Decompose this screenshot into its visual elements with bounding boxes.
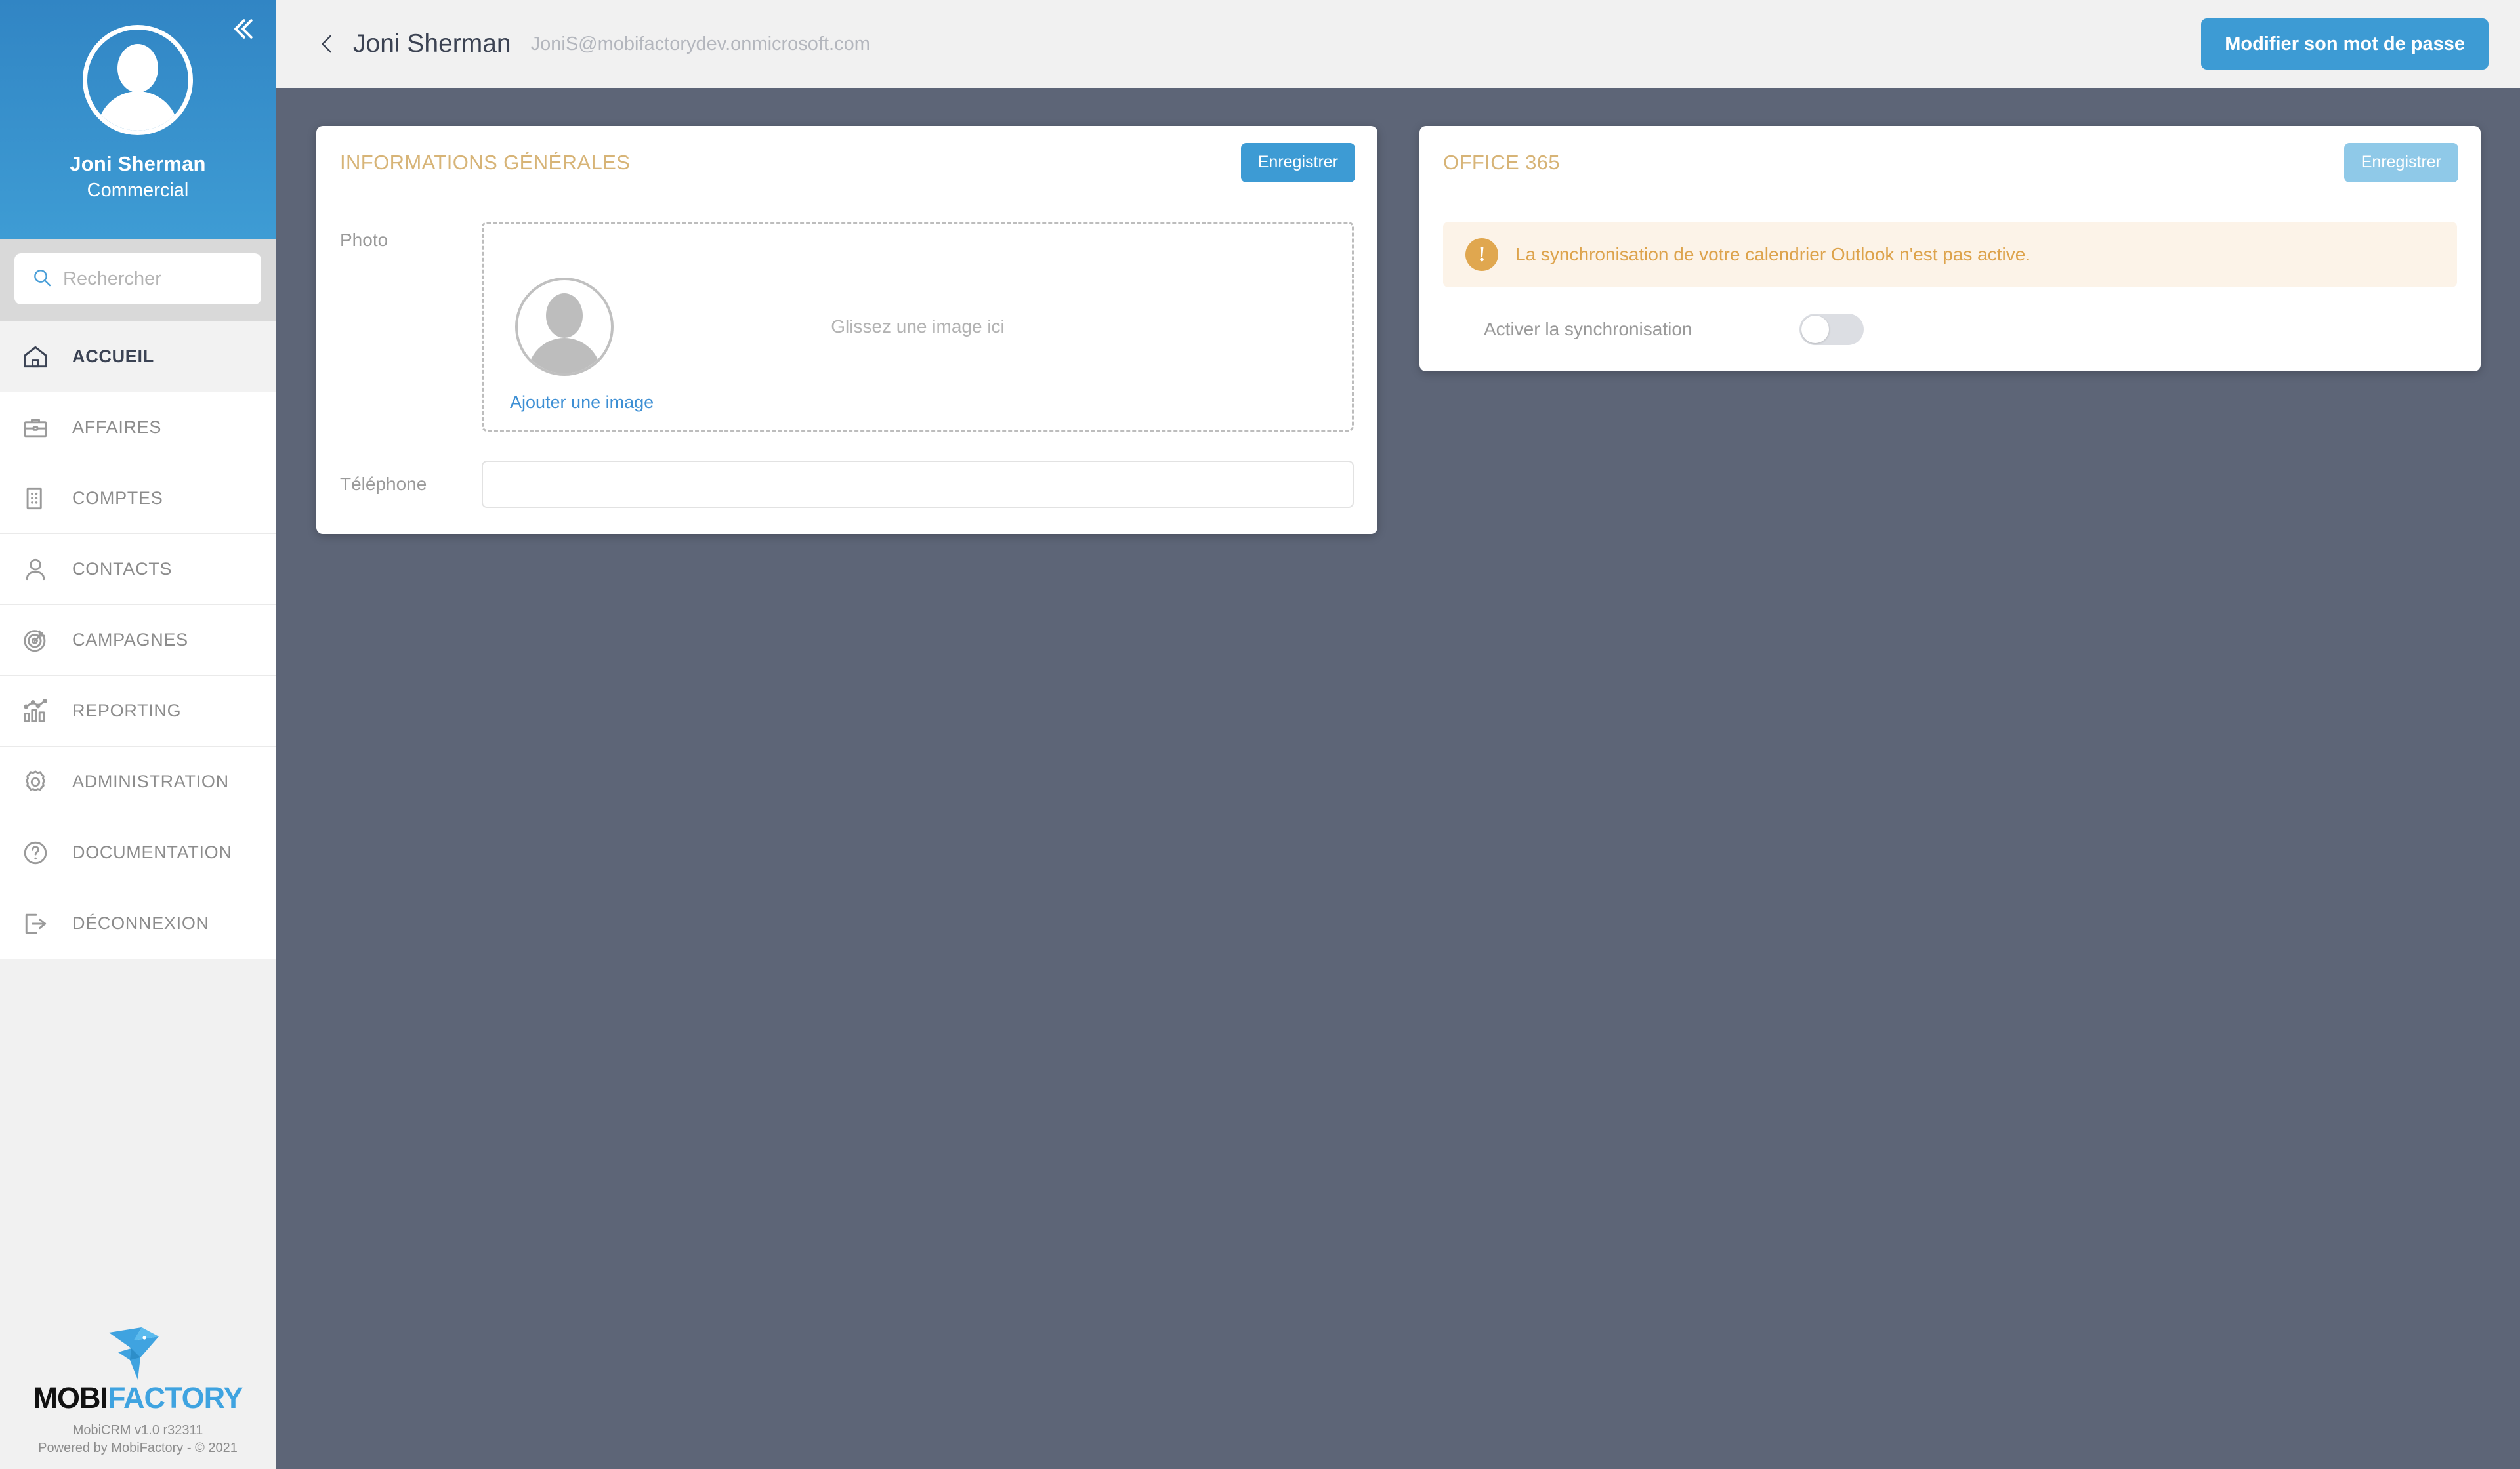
- sidebar-item-affaires[interactable]: AFFAIRES: [0, 392, 276, 463]
- sidebar-item-documentation[interactable]: DOCUMENTATION: [0, 817, 276, 888]
- avatar: [83, 25, 193, 135]
- sidebar-item-label: ACCUEIL: [72, 346, 154, 366]
- sidebar-item-label: DOCUMENTATION: [72, 842, 232, 862]
- building-icon: [18, 482, 52, 516]
- chevron-left-icon[interactable]: [312, 29, 343, 59]
- office365-card: OFFICE 365 Enregistrer ! La synchronisat…: [1419, 126, 2481, 371]
- logo-text-dark: MOBI: [33, 1381, 108, 1415]
- phone-label: Téléphone: [340, 474, 427, 494]
- question-circle-icon: [18, 836, 52, 870]
- toggle-knob: [1801, 316, 1830, 343]
- sidebar-item-label: DÉCONNEXION: [72, 913, 209, 933]
- photo-avatar-placeholder: [515, 278, 614, 376]
- chevron-double-left-icon[interactable]: [224, 10, 261, 47]
- target-icon: [18, 623, 52, 657]
- sidebar-item-comptes[interactable]: COMPTES: [0, 463, 276, 534]
- general-information-card: INFORMATIONS GÉNÉRALES Enregistrer Photo…: [316, 126, 1377, 534]
- add-image-link[interactable]: Ajouter une image: [510, 392, 654, 413]
- sidebar-search-area: [0, 239, 276, 321]
- bar-chart-icon: [18, 694, 52, 728]
- sidebar-footer: MOBIFACTORY MobiCRM v1.0 r32311 Powered …: [0, 1323, 276, 1469]
- sidebar-item-administration[interactable]: ADMINISTRATION: [0, 747, 276, 817]
- sidebar-item-label: CAMPAGNES: [72, 630, 188, 650]
- page-title: Joni Sherman: [353, 30, 511, 58]
- app-root: Joni Sherman Commercial Rechercher ACCUE…: [0, 0, 2520, 1469]
- sidebar-item-label: CONTACTS: [72, 559, 173, 579]
- sidebar-item-deconnexion[interactable]: DÉCONNEXION: [0, 888, 276, 959]
- copyright-line: Powered by MobiFactory - © 2021: [38, 1441, 238, 1455]
- content-area: INFORMATIONS GÉNÉRALES Enregistrer Photo…: [276, 88, 2520, 1469]
- logo-wordmark: MOBIFACTORY: [33, 1381, 243, 1415]
- search-icon: [32, 267, 52, 291]
- person-icon: [18, 552, 52, 587]
- sync-warning-alert: ! La synchronisation de votre calendrier…: [1443, 222, 2457, 287]
- general-card-header: INFORMATIONS GÉNÉRALES Enregistrer: [316, 126, 1377, 199]
- sidebar-item-reporting[interactable]: REPORTING: [0, 676, 276, 747]
- general-card-title: INFORMATIONS GÉNÉRALES: [340, 150, 631, 174]
- sidebar-item-label: ADMINISTRATION: [72, 772, 229, 791]
- photo-row: Photo Glissez une image ici Ajouter une …: [340, 222, 1354, 432]
- sync-toggle-label: Activer la synchronisation: [1484, 319, 1692, 339]
- top-bar: Joni Sherman JoniS@mobifactorydev.onmicr…: [276, 0, 2520, 88]
- sidebar-item-label: REPORTING: [72, 701, 182, 720]
- version-info: MobiCRM v1.0 r32311 Powered by MobiFacto…: [38, 1422, 238, 1457]
- sidebar-profile: Joni Sherman Commercial: [0, 0, 276, 239]
- office-card-body: ! La synchronisation de votre calendrier…: [1419, 199, 2481, 371]
- user-email: JoniS@mobifactorydev.onmicrosoft.com: [530, 33, 870, 54]
- office-card-title: OFFICE 365: [1443, 150, 1560, 174]
- gear-icon: [18, 765, 52, 799]
- office-card-header: OFFICE 365 Enregistrer: [1419, 126, 2481, 199]
- general-save-button[interactable]: Enregistrer: [1240, 142, 1355, 182]
- sidebar-item-campagnes[interactable]: CAMPAGNES: [0, 605, 276, 676]
- profile-role: Commercial: [87, 180, 189, 201]
- mobifactory-bird-logo: [101, 1323, 175, 1387]
- sync-warning-message: La synchronisation de votre calendrier O…: [1515, 244, 2031, 264]
- dropzone-hint: Glissez une image ici: [831, 316, 1005, 337]
- search-input[interactable]: [63, 268, 244, 290]
- sidebar-item-label: AFFAIRES: [72, 417, 162, 437]
- phone-row: Téléphone: [340, 461, 1354, 508]
- office-save-button[interactable]: Enregistrer: [2343, 142, 2458, 182]
- photo-dropzone[interactable]: Glissez une image ici Ajouter une image: [482, 222, 1354, 432]
- mobifactory-logo: MOBIFACTORY: [33, 1323, 243, 1413]
- sidebar: Joni Sherman Commercial Rechercher ACCUE…: [0, 0, 276, 1469]
- search-box[interactable]: [14, 253, 261, 304]
- sidebar-item-accueil[interactable]: ACCUEIL: [0, 321, 276, 392]
- sidebar-item-contacts[interactable]: CONTACTS: [0, 534, 276, 605]
- logout-icon: [18, 907, 52, 941]
- logo-text-accent: FACTORY: [107, 1381, 243, 1415]
- sidebar-nav: ACCUEIL AFFAIRES COMPTES CONTACTS CAMPAG…: [0, 321, 276, 959]
- sync-toggle-row: Activer la synchronisation: [1443, 314, 2457, 345]
- warning-exclamation-icon: !: [1465, 238, 1498, 271]
- version-line: MobiCRM v1.0 r32311: [72, 1423, 203, 1438]
- briefcase-icon: [18, 411, 52, 445]
- phone-input[interactable]: [482, 461, 1354, 508]
- change-password-button[interactable]: Modifier son mot de passe: [2201, 18, 2488, 70]
- sidebar-item-label: COMPTES: [72, 488, 163, 508]
- photo-label: Photo: [340, 230, 388, 250]
- general-card-body: Photo Glissez une image ici Ajouter une …: [316, 199, 1377, 534]
- sidebar-filler: [0, 959, 276, 1323]
- sync-toggle-switch[interactable]: [1799, 314, 1864, 345]
- profile-name: Joni Sherman: [70, 152, 206, 175]
- home-icon: [18, 340, 52, 374]
- main-area: Joni Sherman JoniS@mobifactorydev.onmicr…: [276, 0, 2520, 1469]
